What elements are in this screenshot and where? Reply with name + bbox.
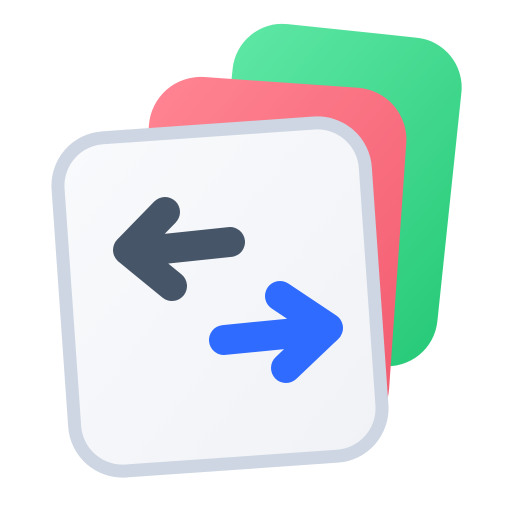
app-icon xyxy=(0,0,512,512)
swap-documents-icon xyxy=(51,23,462,478)
front-card xyxy=(51,116,389,478)
